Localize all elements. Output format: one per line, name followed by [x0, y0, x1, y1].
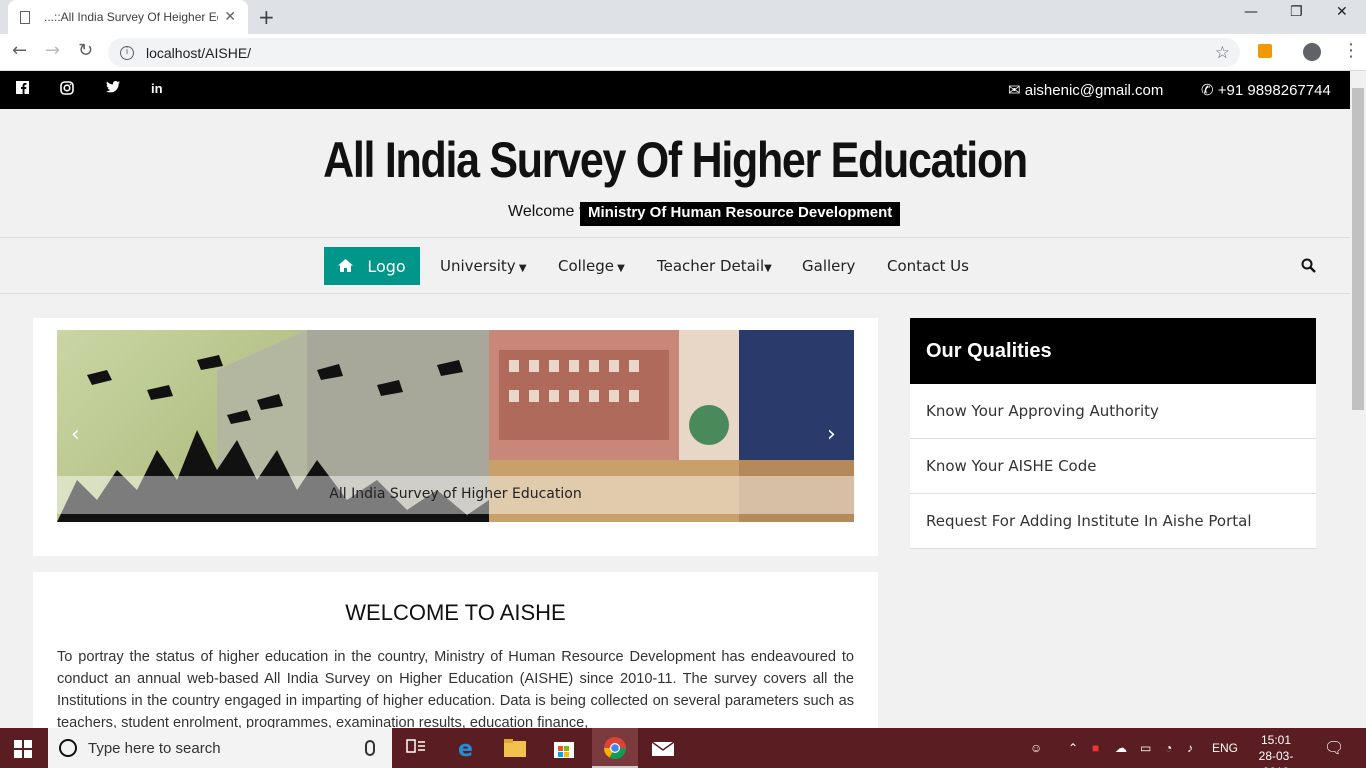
site-title: All India Survey Of Higher Education — [323, 132, 1028, 188]
carousel-caption: All India Survey of Higher Education — [329, 486, 582, 502]
nav-item-gallery[interactable]: Gallery — [802, 257, 855, 275]
nav-university-label: University — [440, 257, 516, 275]
quality-link-approving-authority[interactable]: Know Your Approving Authority — [910, 384, 1316, 439]
taskbar-search-input[interactable]: Type here to search — [48, 728, 392, 768]
welcome-heading: WELCOME TO AISHE — [345, 600, 566, 625]
phone-icon: ✆ — [1201, 82, 1214, 99]
welcome-text-clip: To portray the status of higher educatio… — [57, 646, 854, 728]
ministry-badge: Ministry Of Human Resource Development — [580, 202, 901, 226]
welcome-paragraph: To portray the status of higher educatio… — [57, 649, 854, 728]
facebook-icon[interactable] — [16, 81, 29, 97]
omnibox[interactable]: i localhost/AISHE/ ☆ — [108, 38, 1240, 67]
carousel-prev-icon[interactable]: ‹ — [71, 422, 80, 447]
extension-icon[interactable] — [1258, 44, 1272, 58]
clock-time: 15:01 — [1260, 733, 1292, 747]
chrome-taskbar-button[interactable] — [592, 728, 638, 768]
close-tab-icon[interactable]: ✕ — [224, 9, 236, 25]
nav-item-college[interactable]: College ▼ — [558, 257, 625, 275]
instagram-icon[interactable] — [60, 81, 74, 98]
phone-text[interactable]: +91 9898267744 — [1218, 82, 1331, 99]
envelope-icon: ✉ — [1008, 82, 1021, 99]
window-close-button[interactable]: ✕ — [1336, 4, 1348, 20]
nav-logo-label: Logo — [367, 256, 406, 276]
minimize-button[interactable]: — — [1244, 4, 1258, 20]
notifications-icon[interactable]: 🗨 — [1324, 738, 1344, 758]
quality-link-aishe-code[interactable]: Know Your AISHE Code — [910, 439, 1316, 494]
browser-tab[interactable]: ...::All India Survey Of Heigher Ed ✕ — [8, 0, 248, 34]
store-icon[interactable] — [552, 736, 576, 760]
file-explorer-icon[interactable] — [503, 736, 527, 760]
image-carousel[interactable]: All India Survey of Higher Education ‹ › — [57, 330, 854, 522]
nav-gallery-label: Gallery — [802, 257, 856, 275]
qualities-heading: Our Qualities — [910, 318, 1316, 384]
home-icon — [338, 257, 354, 276]
menu-kebab-icon[interactable]: ⋮ — [1342, 40, 1360, 61]
bookmark-star-icon[interactable]: ☆ — [1215, 43, 1230, 63]
show-hidden-icons-chevron[interactable]: ⌃ — [1068, 741, 1078, 755]
new-tab-button[interactable]: + — [258, 5, 275, 29]
windows-taskbar: Type here to search e ☺ ⌃ ■ ☁ ▭ ◔ ♪ ENG … — [0, 728, 1366, 768]
reload-button[interactable]: ↻ — [78, 40, 93, 61]
tab-title: ...::All India Survey Of Heigher Ed — [44, 10, 219, 24]
email-contact[interactable]: ✉ aishenic@gmail.com — [1008, 81, 1163, 99]
email-text[interactable]: aishenic@gmail.com — [1025, 82, 1164, 99]
wifi-icon[interactable]: ◔ — [1165, 741, 1172, 755]
edge-browser-icon[interactable]: e — [456, 736, 480, 762]
restore-button[interactable]: ❐ — [1290, 4, 1303, 20]
chrome-icon — [604, 737, 626, 759]
linkedin-icon[interactable]: in — [151, 81, 163, 96]
nav-item-university[interactable]: University ▼ — [440, 257, 527, 275]
nav-college-label: College — [558, 257, 614, 275]
taskbar-clock[interactable]: 15:01 28-03-2019 — [1248, 732, 1304, 768]
windows-start-icon[interactable] — [14, 740, 32, 758]
nav-contact-label: Contact Us — [887, 257, 969, 275]
search-icon[interactable] — [1301, 258, 1317, 274]
clock-date: 28-03-2019 — [1258, 749, 1294, 768]
svg-text:e: e — [458, 737, 473, 760]
back-button[interactable]: ← — [12, 40, 27, 61]
battery-icon[interactable]: ▭ — [1140, 741, 1151, 755]
people-icon[interactable]: ☺ — [1030, 741, 1042, 755]
browser-tab-strip: ...::All India Survey Of Heigher Ed ✕ + … — [0, 0, 1366, 34]
info-icon[interactable]: i — [120, 45, 134, 60]
task-view-icon[interactable] — [405, 736, 429, 760]
quality-link-add-institute[interactable]: Request For Adding Institute In Aishe Po… — [910, 494, 1316, 549]
caret-down-icon: ▼ — [515, 263, 527, 274]
site-top-strip: in ✉ aishenic@gmail.com ✆ +91 9898267744 — [0, 71, 1350, 109]
carousel-next-icon[interactable]: › — [827, 422, 836, 447]
address-bar-row: ← → ↻ i localhost/AISHE/ ☆ — [0, 34, 1366, 71]
onedrive-icon[interactable]: ☁ — [1115, 741, 1127, 755]
caret-down-icon: ▼ — [764, 263, 772, 274]
nav-teacher-label: Teacher Detail — [657, 257, 765, 275]
twitter-icon[interactable] — [106, 81, 120, 96]
nav-item-teacher-detail[interactable]: Teacher Detail▼ — [657, 257, 772, 275]
url-text[interactable]: localhost/AISHE/ — [146, 45, 251, 61]
scrollbar-thumb[interactable] — [1352, 88, 1364, 410]
account-icon[interactable] — [1303, 43, 1321, 61]
nav-logo-button[interactable]: Logo — [324, 247, 420, 285]
volume-icon[interactable]: ♪ — [1187, 741, 1193, 755]
main-navbar: Logo University ▼ College ▼ Teacher Deta… — [0, 237, 1350, 294]
nav-item-contact[interactable]: Contact Us — [887, 257, 969, 275]
site-header: All India Survey Of Higher Education Wel… — [0, 109, 1350, 237]
phone-contact[interactable]: ✆ +91 9898267744 — [1201, 81, 1331, 99]
cortana-icon — [59, 739, 77, 757]
forward-button[interactable]: → — [45, 40, 60, 61]
mail-icon[interactable] — [651, 736, 675, 760]
page-icon — [20, 10, 30, 24]
caret-down-icon: ▼ — [613, 263, 625, 274]
antivirus-icon[interactable]: ■ — [1092, 741, 1099, 755]
language-indicator[interactable]: ENG — [1212, 741, 1238, 755]
microphone-icon[interactable] — [365, 740, 375, 756]
